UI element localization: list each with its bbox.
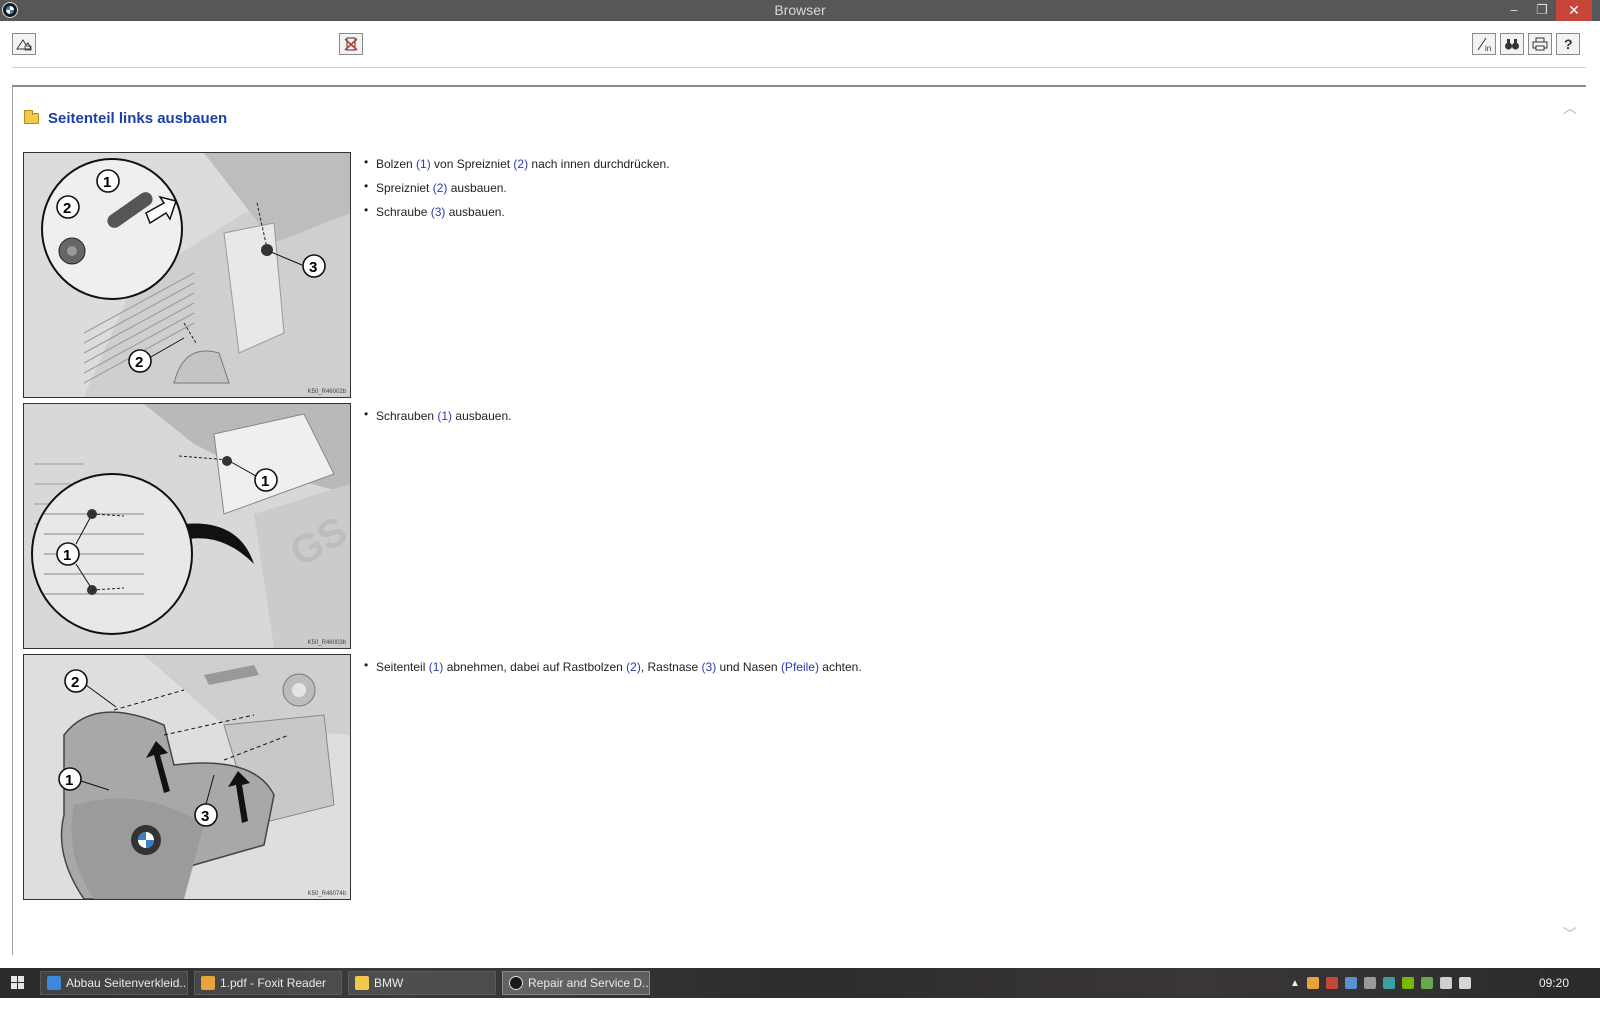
- figure-3-illustration: 2 1 3 K50_R46074b: [23, 654, 351, 900]
- figure-code: K50_R46074b: [307, 891, 346, 897]
- scroll-up-chevron-icon[interactable]: ︿: [1563, 98, 1577, 118]
- taskbar-clock[interactable]: 09:20: [1539, 976, 1569, 990]
- svg-text:2: 2: [63, 200, 71, 217]
- restore-button[interactable]: ❐: [1528, 0, 1556, 21]
- document-heading: Seitenteil links ausbauen: [24, 110, 227, 127]
- tray-battery-icon[interactable]: [1363, 977, 1376, 989]
- search-button[interactable]: [1500, 33, 1524, 55]
- svg-text:2: 2: [71, 674, 79, 691]
- link-in-icon: in: [1477, 37, 1491, 52]
- title-bar: Browser – ❐ ✕: [0, 0, 1600, 21]
- svg-text:1: 1: [261, 473, 269, 490]
- help-icon: ?: [1564, 36, 1573, 52]
- taskbar-item-ie[interactable]: Abbau Seitenverkleid...: [40, 971, 188, 995]
- tray-mute-icon[interactable]: [1325, 977, 1338, 989]
- svg-text:in: in: [1485, 44, 1491, 52]
- tray-nvidia-icon[interactable]: [1401, 977, 1414, 989]
- folder-icon: [355, 976, 369, 990]
- svg-text:1: 1: [65, 772, 73, 789]
- delete-bookmark-icon: [344, 37, 358, 51]
- tray-flag-icon[interactable]: [1439, 977, 1452, 989]
- taskbar-item-foxit[interactable]: 1.pdf - Foxit Reader: [194, 971, 342, 995]
- taskbar-item-repair[interactable]: Repair and Service D...: [502, 971, 650, 995]
- motorcycle-rivet-illustration: 1 2 3 2: [24, 153, 350, 397]
- taskbar-item-bmw-folder[interactable]: BMW: [348, 971, 496, 995]
- minimize-button[interactable]: –: [1500, 0, 1528, 21]
- steps-list-1: Bolzen (1) von Spreizniet (2) nach innen…: [364, 155, 670, 229]
- steps-list-2: Schrauben (1) ausbauen.: [364, 407, 511, 433]
- step-item: Spreizniet (2) ausbauen.: [364, 179, 670, 205]
- step-item: Bolzen (1) von Spreizniet (2) nach innen…: [364, 155, 670, 181]
- folder-icon: [24, 110, 39, 124]
- figure-code: K50_R46002b: [307, 389, 346, 395]
- scroll-down-chevron-icon[interactable]: ﹀: [1563, 924, 1577, 944]
- page-title: Seitenteil links ausbauen: [48, 110, 228, 127]
- delete-bookmark-button[interactable]: [339, 33, 363, 55]
- foxit-icon: [201, 976, 215, 990]
- window-title: Browser: [774, 2, 826, 18]
- link-in-button[interactable]: in: [1472, 33, 1496, 55]
- tray-usb-icon[interactable]: [1420, 977, 1433, 989]
- back-to-list-icon: [16, 39, 32, 51]
- system-tray: ▲: [1290, 968, 1471, 998]
- svg-text:?: ?: [1564, 36, 1573, 52]
- figure-1-illustration: 1 2 3 2 K50_R46002b: [23, 152, 351, 398]
- svg-text:1: 1: [103, 174, 111, 191]
- step-item: Seitenteil (1) abnehmen, dabei auf Rastb…: [364, 658, 862, 684]
- tray-network-icon[interactable]: [1344, 977, 1357, 989]
- svg-text:1: 1: [63, 547, 71, 564]
- binoculars-search-icon: [1505, 39, 1519, 50]
- start-button[interactable]: [11, 976, 25, 990]
- svg-text:2: 2: [135, 354, 143, 371]
- tray-sync-icon[interactable]: [1382, 977, 1395, 989]
- figure-code: K50_R46003b: [307, 640, 346, 646]
- print-icon: [1532, 37, 1548, 51]
- print-button[interactable]: [1528, 33, 1552, 55]
- step-item: Schrauben (1) ausbauen.: [364, 407, 511, 433]
- back-to-list-button[interactable]: [12, 33, 36, 55]
- motorcycle-screws-illustration: GS 1 1: [24, 404, 350, 648]
- steps-list-3: Seitenteil (1) abnehmen, dabei auf Rastb…: [364, 658, 862, 684]
- step-item: Schraube (3) ausbauen.: [364, 203, 670, 229]
- ie-icon: [47, 976, 61, 990]
- toolbar-divider: [12, 67, 1586, 68]
- figure-2-illustration: GS 1 1 K50_R46003b: [23, 403, 351, 649]
- bmw-icon: [509, 976, 523, 990]
- motorcycle-side-panel-illustration: 2 1 3: [24, 655, 350, 899]
- help-button[interactable]: ?: [1556, 33, 1580, 55]
- toolbar: in ?: [0, 21, 1600, 73]
- tray-app-icon[interactable]: [1306, 977, 1319, 989]
- show-hidden-icons-icon[interactable]: ▲: [1290, 978, 1300, 989]
- close-button[interactable]: ✕: [1556, 0, 1592, 21]
- tray-display-icon[interactable]: [1458, 977, 1471, 989]
- svg-text:3: 3: [309, 259, 317, 276]
- svg-text:3: 3: [201, 808, 209, 825]
- screen-bottom-strip: [0, 998, 1600, 1026]
